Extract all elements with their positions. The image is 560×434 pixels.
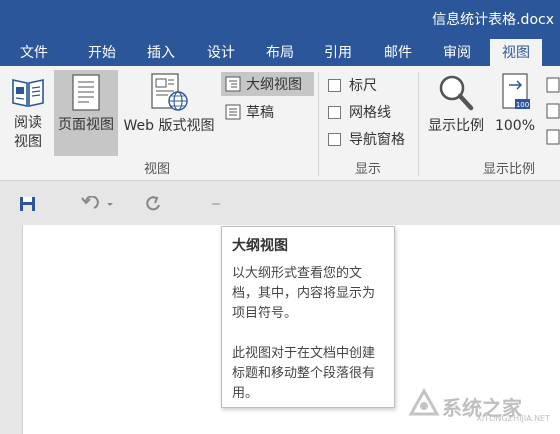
nav-pane-checkbox[interactable] bbox=[328, 132, 341, 146]
tab-view[interactable]: 视图 bbox=[490, 39, 542, 66]
outline-view-label: 大纲视图 bbox=[246, 77, 302, 93]
views-group-label: 视图 bbox=[144, 162, 171, 177]
nav-pane-checkbox-row[interactable]: 导航窗格 bbox=[328, 129, 405, 149]
print-layout-label: 页面视图 bbox=[58, 117, 114, 133]
web-layout-label: Web 版式视图 bbox=[123, 118, 215, 134]
draft-view-button[interactable]: 草稿 bbox=[221, 100, 274, 124]
print-layout-button[interactable]: 页面视图 bbox=[54, 70, 118, 156]
tab-insert[interactable]: 插入 bbox=[147, 42, 175, 62]
watermark: 系统之家 XITONGZHIJIA.NET bbox=[402, 386, 552, 426]
tab-design[interactable]: 设计 bbox=[207, 42, 235, 62]
ruler-checkbox[interactable] bbox=[328, 78, 341, 92]
draft-icon bbox=[225, 104, 241, 120]
tab-home[interactable]: 开始 bbox=[88, 42, 116, 62]
outline-view-button[interactable]: 大纲视图 bbox=[221, 72, 314, 96]
ruler-checkbox-row[interactable]: 标尺 bbox=[328, 75, 377, 95]
separator bbox=[318, 72, 319, 176]
zoom-more-buttons[interactable] bbox=[544, 76, 560, 146]
read-mode-label-1: 阅读 bbox=[14, 115, 42, 131]
zoom-100-label: 100% bbox=[494, 118, 536, 134]
document-title: 信息统计表格.docx bbox=[432, 12, 554, 28]
customize-qat-icon[interactable] bbox=[211, 202, 221, 208]
zoom-group-label: 显示比例 bbox=[483, 162, 536, 177]
outline-icon bbox=[225, 76, 241, 92]
quick-access-toolbar bbox=[0, 181, 560, 225]
title-bar: 信息统计表格.docx bbox=[0, 0, 560, 36]
one-page-icon bbox=[546, 77, 560, 145]
read-mode-label-2: 视图 bbox=[14, 134, 42, 150]
outline-view-tooltip: 大纲视图 以大纲形式查看您的文档，其中，内容将显示为项目符号。 此视图对于在文档… bbox=[221, 226, 395, 408]
save-icon[interactable] bbox=[19, 196, 36, 212]
page-100-icon: 100 bbox=[502, 73, 530, 109]
zoom-button[interactable]: 显示比例 bbox=[424, 70, 488, 156]
ruler-label: 标尺 bbox=[349, 78, 377, 94]
gridlines-checkbox-row[interactable]: 网格线 bbox=[328, 102, 391, 122]
tooltip-paragraph-1: 以大纲形式查看您的文档，其中，内容将显示为项目符号。 bbox=[232, 266, 376, 321]
gridlines-checkbox[interactable] bbox=[328, 105, 341, 119]
draft-view-label: 草稿 bbox=[246, 105, 274, 121]
tab-review[interactable]: 审阅 bbox=[443, 42, 471, 62]
tooltip-paragraph-2: 此视图对于在文档中创建标题和移动整个段落很有用。 bbox=[232, 346, 376, 401]
watermark-logo-icon bbox=[408, 388, 440, 416]
read-mode-button[interactable]: 阅读 视图 bbox=[4, 70, 52, 156]
svg-text:100: 100 bbox=[516, 101, 529, 109]
tooltip-title: 大纲视图 bbox=[232, 238, 288, 254]
separator bbox=[418, 72, 419, 176]
magnifier-icon bbox=[439, 75, 474, 111]
undo-icon[interactable] bbox=[80, 196, 114, 212]
watermark-url: XITONGZHIJIA.NET bbox=[476, 414, 550, 423]
tab-file[interactable]: 文件 bbox=[20, 42, 48, 62]
book-icon bbox=[12, 79, 44, 107]
web-page-icon bbox=[151, 73, 188, 111]
tab-mailings[interactable]: 邮件 bbox=[384, 42, 412, 62]
ribbon-tab-bar: 文件 开始 插入 设计 布局 引用 邮件 审阅 视图 bbox=[0, 36, 560, 66]
zoom-label: 显示比例 bbox=[428, 118, 484, 134]
show-group-label: 显示 bbox=[355, 162, 382, 177]
redo-icon[interactable] bbox=[144, 195, 162, 212]
page-icon bbox=[72, 74, 100, 111]
tab-layout[interactable]: 布局 bbox=[266, 42, 294, 62]
web-layout-button[interactable]: Web 版式视图 bbox=[120, 70, 218, 156]
zoom-100-button[interactable]: 100 100% bbox=[492, 70, 538, 156]
ribbon: 阅读 视图 页面视图 Web 版式视图 大纲视图 草稿 视图 标尺 网格线 导航… bbox=[0, 66, 560, 181]
tab-references[interactable]: 引用 bbox=[324, 42, 352, 62]
nav-pane-label: 导航窗格 bbox=[349, 132, 405, 148]
gridlines-label: 网格线 bbox=[349, 105, 391, 121]
